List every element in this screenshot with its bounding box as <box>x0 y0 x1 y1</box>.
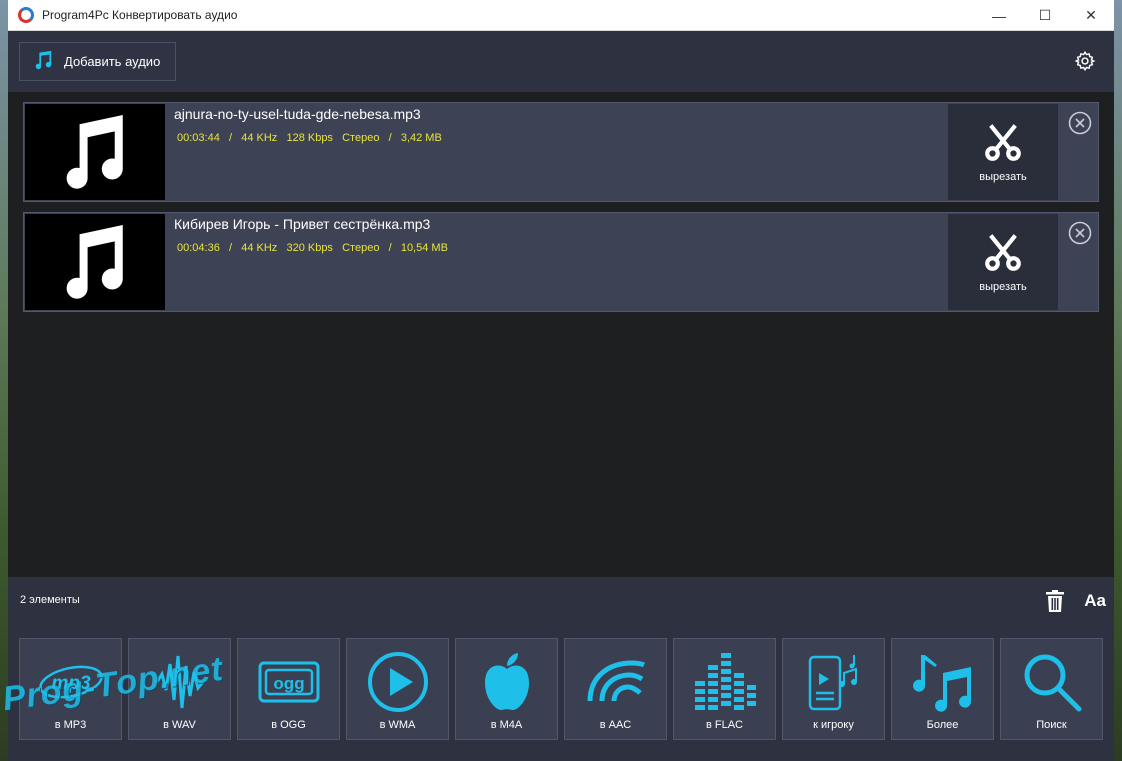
music-note-icon <box>32 49 54 74</box>
item-count: 2 элементы <box>20 594 80 606</box>
convert-aac-button[interactable]: в AAC <box>564 638 667 740</box>
remove-item-button[interactable] <box>1068 111 1092 140</box>
cut-label: вырезать <box>979 171 1027 183</box>
remove-item-button[interactable] <box>1068 221 1092 250</box>
format-label: к игроку <box>813 719 854 731</box>
svg-text:ogg: ogg <box>273 674 304 693</box>
audio-thumbnail <box>25 104 165 200</box>
trash-icon[interactable] <box>1046 590 1064 617</box>
music-note-icon <box>66 225 123 299</box>
format-label: в OGG <box>271 719 306 731</box>
cut-button[interactable]: вырезать <box>948 104 1058 200</box>
file-item[interactable]: Кибирев Игорь - Привет сестрёнка.mp3 00:… <box>23 212 1099 312</box>
font-size-button[interactable]: Aa <box>1084 591 1106 611</box>
music-note-icon <box>66 115 123 189</box>
cut-label: вырезать <box>979 281 1027 293</box>
title-bar: Program4Pc Конвертировать аудио — ☐ ✕ <box>8 0 1114 31</box>
format-label: в FLAC <box>705 719 744 731</box>
format-label: в WAV <box>163 719 196 731</box>
close-circle-icon <box>1068 221 1092 245</box>
file-meta: 00:03:44 / 44 KHz 128 Kbps Стерео / 3,42… <box>177 132 442 144</box>
app-window: Program4Pc Конвертировать аудио — ☐ ✕ До… <box>0 0 1114 761</box>
format-label: в AAC <box>599 719 632 731</box>
convert-wma-button[interactable]: в WMA <box>346 638 449 740</box>
apple-icon <box>481 645 533 719</box>
gear-icon[interactable] <box>1074 50 1096 77</box>
add-audio-button[interactable]: Добавить аудио <box>19 42 176 81</box>
more-formats-button[interactable]: Более <box>891 638 994 740</box>
window-controls: — ☐ ✕ <box>976 0 1114 31</box>
search-icon <box>1021 645 1083 719</box>
convert-m4a-button[interactable]: в M4A <box>455 638 558 740</box>
convert-flac-button[interactable]: в FLAC <box>673 638 776 740</box>
music-notes-icon <box>911 645 975 719</box>
maximize-button[interactable]: ☐ <box>1022 0 1068 31</box>
equalizer-icon <box>693 645 757 719</box>
close-circle-icon <box>1068 111 1092 135</box>
minimize-button[interactable]: — <box>976 0 1022 31</box>
file-meta: 00:04:36 / 44 KHz 320 Kbps Стерео / 10,5… <box>177 242 448 254</box>
format-label: Более <box>926 719 959 731</box>
file-name: Кибирев Игорь - Привет сестрёнка.mp3 <box>174 216 431 232</box>
phone-music-icon <box>804 645 864 719</box>
convert-ogg-button[interactable]: ogg в OGG <box>237 638 340 740</box>
add-audio-label: Добавить аудио <box>64 54 161 69</box>
scissors-icon <box>985 124 1021 161</box>
search-button[interactable]: Поиск <box>1000 638 1103 740</box>
ogg-icon: ogg <box>258 645 320 719</box>
scissors-icon <box>985 234 1021 271</box>
cut-button[interactable]: вырезать <box>948 214 1058 310</box>
aac-icon <box>584 645 648 719</box>
app-logo-icon <box>18 7 34 23</box>
play-circle-icon <box>367 645 429 719</box>
file-item[interactable]: ajnura-no-ty-usel-tuda-gde-nebesa.mp3 00… <box>23 102 1099 202</box>
window-title: Program4Pc Конвертировать аудио <box>42 8 238 22</box>
format-label: в M4A <box>490 719 523 731</box>
status-bar: 2 элементы Aa <box>8 577 1114 623</box>
close-button[interactable]: ✕ <box>1068 0 1114 31</box>
toolbar: Добавить аудио <box>8 31 1114 93</box>
send-to-player-button[interactable]: к игроку <box>782 638 885 740</box>
format-label: Поиск <box>1036 719 1067 731</box>
audio-thumbnail <box>25 214 165 310</box>
format-label: в WMA <box>379 719 416 731</box>
file-name: ajnura-no-ty-usel-tuda-gde-nebesa.mp3 <box>174 106 421 122</box>
file-list: ajnura-no-ty-usel-tuda-gde-nebesa.mp3 00… <box>8 93 1114 577</box>
format-label: в MP3 <box>54 719 87 731</box>
